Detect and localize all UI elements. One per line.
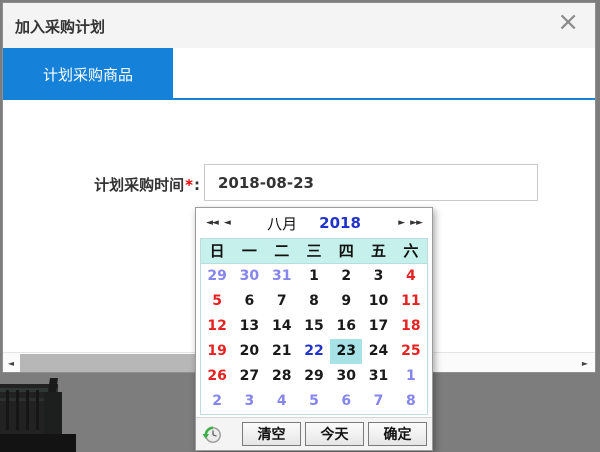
calendar-day-selected[interactable]: 23	[330, 339, 362, 364]
calendar-day[interactable]: 13	[233, 314, 265, 339]
calendar-day[interactable]: 9	[330, 289, 362, 314]
calendar-day[interactable]: 28	[266, 364, 298, 389]
tab-label: 计划采购商品	[43, 64, 133, 85]
label-colon: :	[194, 176, 200, 194]
calendar-day[interactable]: 12	[201, 314, 233, 339]
weekday-label: 日	[201, 239, 233, 263]
calendar-day[interactable]: 8	[395, 389, 427, 414]
calendar-day[interactable]: 16	[330, 314, 362, 339]
calendar-day[interactable]: 24	[362, 339, 394, 364]
date-picker-popup: ◄◄ ◄ 八月 2018 ► ►► 日一二三四五六 29303112345678…	[195, 207, 433, 451]
required-asterisk: *	[184, 176, 194, 194]
today-button[interactable]: 今天	[305, 422, 364, 446]
prev-year-icon[interactable]: ◄◄	[203, 218, 221, 228]
calendar-footer: 清空 今天 确定	[196, 417, 432, 450]
calendar-day[interactable]: 5	[298, 389, 330, 414]
calendar-day[interactable]: 2	[201, 389, 233, 414]
ok-button[interactable]: 确定	[368, 422, 427, 446]
calendar-day[interactable]: 10	[362, 289, 394, 314]
calendar-day[interactable]: 27	[233, 364, 265, 389]
next-month-icon[interactable]: ►	[395, 218, 407, 228]
calendar-day[interactable]: 11	[395, 289, 427, 314]
dialog-title: 加入采购计划	[15, 16, 105, 37]
scrollbar-thumb[interactable]	[20, 354, 207, 372]
calendar-day[interactable]: 26	[201, 364, 233, 389]
calendar-day[interactable]: 25	[395, 339, 427, 364]
calendar-week-row: 2627282930311	[201, 364, 427, 389]
page: { "dialog": { "title": "加入采购计划", "close_…	[0, 0, 600, 452]
clear-button[interactable]: 清空	[242, 422, 301, 446]
calendar-day[interactable]: 2	[330, 264, 362, 289]
calendar-week-row: 2930311234	[201, 264, 427, 289]
calendar-day[interactable]: 15	[298, 314, 330, 339]
calendar-body: 日一二三四五六 29303112345678910111213141516171…	[200, 238, 428, 415]
calendar-day[interactable]: 4	[266, 389, 298, 414]
background-machinery-image	[0, 372, 190, 452]
calendar-week-row: 567891011	[201, 289, 427, 314]
prev-month-icon[interactable]: ◄	[221, 218, 233, 228]
calendar-day[interactable]: 17	[362, 314, 394, 339]
calendar-nav: ◄◄ ◄ 八月 2018 ► ►►	[196, 208, 432, 238]
dialog-titlebar: 加入采购计划 ×	[3, 3, 595, 48]
close-icon[interactable]: ×	[557, 9, 579, 35]
calendar-day[interactable]: 1	[395, 364, 427, 389]
calendar-day[interactable]: 4	[395, 264, 427, 289]
calendar-day[interactable]: 6	[330, 389, 362, 414]
calendar-day[interactable]: 30	[330, 364, 362, 389]
calendar-week-row: 12131415161718	[201, 314, 427, 339]
calendar-day[interactable]: 7	[362, 389, 394, 414]
calendar-day[interactable]: 5	[201, 289, 233, 314]
scroll-left-icon[interactable]: ◄	[3, 353, 19, 373]
weekday-label: 二	[266, 239, 298, 263]
calendar-weekday-header: 日一二三四五六	[201, 239, 427, 264]
clock-history-icon[interactable]	[201, 423, 223, 445]
calendar-day[interactable]: 31	[362, 364, 394, 389]
calendar-day[interactable]: 18	[395, 314, 427, 339]
calendar-day[interactable]: 22	[298, 339, 330, 364]
calendar-day[interactable]: 3	[233, 389, 265, 414]
calendar-day[interactable]: 31	[266, 264, 298, 289]
weekday-label: 三	[298, 239, 330, 263]
scroll-right-icon[interactable]: ►	[577, 353, 593, 373]
weekday-label: 四	[330, 239, 362, 263]
next-year-icon[interactable]: ►►	[407, 218, 425, 228]
weekday-label: 五	[362, 239, 394, 263]
calendar-day[interactable]: 20	[233, 339, 265, 364]
calendar-week-row: 2345678	[201, 389, 427, 414]
tab-planned-purchase-goods[interactable]: 计划采购商品	[3, 48, 173, 100]
calendar-day[interactable]: 29	[201, 264, 233, 289]
weekday-label: 六	[395, 239, 427, 263]
calendar-day[interactable]: 7	[266, 289, 298, 314]
calendar-day[interactable]: 1	[298, 264, 330, 289]
calendar-day[interactable]: 3	[362, 264, 394, 289]
calendar-grid: 2930311234567891011121314151617181920212…	[201, 264, 427, 414]
calendar-day[interactable]: 14	[266, 314, 298, 339]
planned-purchase-time-label: 计划采购时间*:	[3, 174, 200, 195]
calendar-day[interactable]: 29	[298, 364, 330, 389]
calendar-day[interactable]: 6	[233, 289, 265, 314]
tab-bar: 计划采购商品	[3, 48, 595, 100]
calendar-day[interactable]: 8	[298, 289, 330, 314]
calendar-day[interactable]: 30	[233, 264, 265, 289]
calendar-day[interactable]: 19	[201, 339, 233, 364]
calendar-week-row: 19202122232425	[201, 339, 427, 364]
calendar-month-select[interactable]: 八月	[267, 213, 297, 234]
weekday-label: 一	[233, 239, 265, 263]
calendar-day[interactable]: 21	[266, 339, 298, 364]
planned-purchase-time-input[interactable]	[204, 164, 538, 201]
label-text: 计划采购时间	[94, 176, 184, 194]
calendar-year-select[interactable]: 2018	[319, 214, 361, 232]
